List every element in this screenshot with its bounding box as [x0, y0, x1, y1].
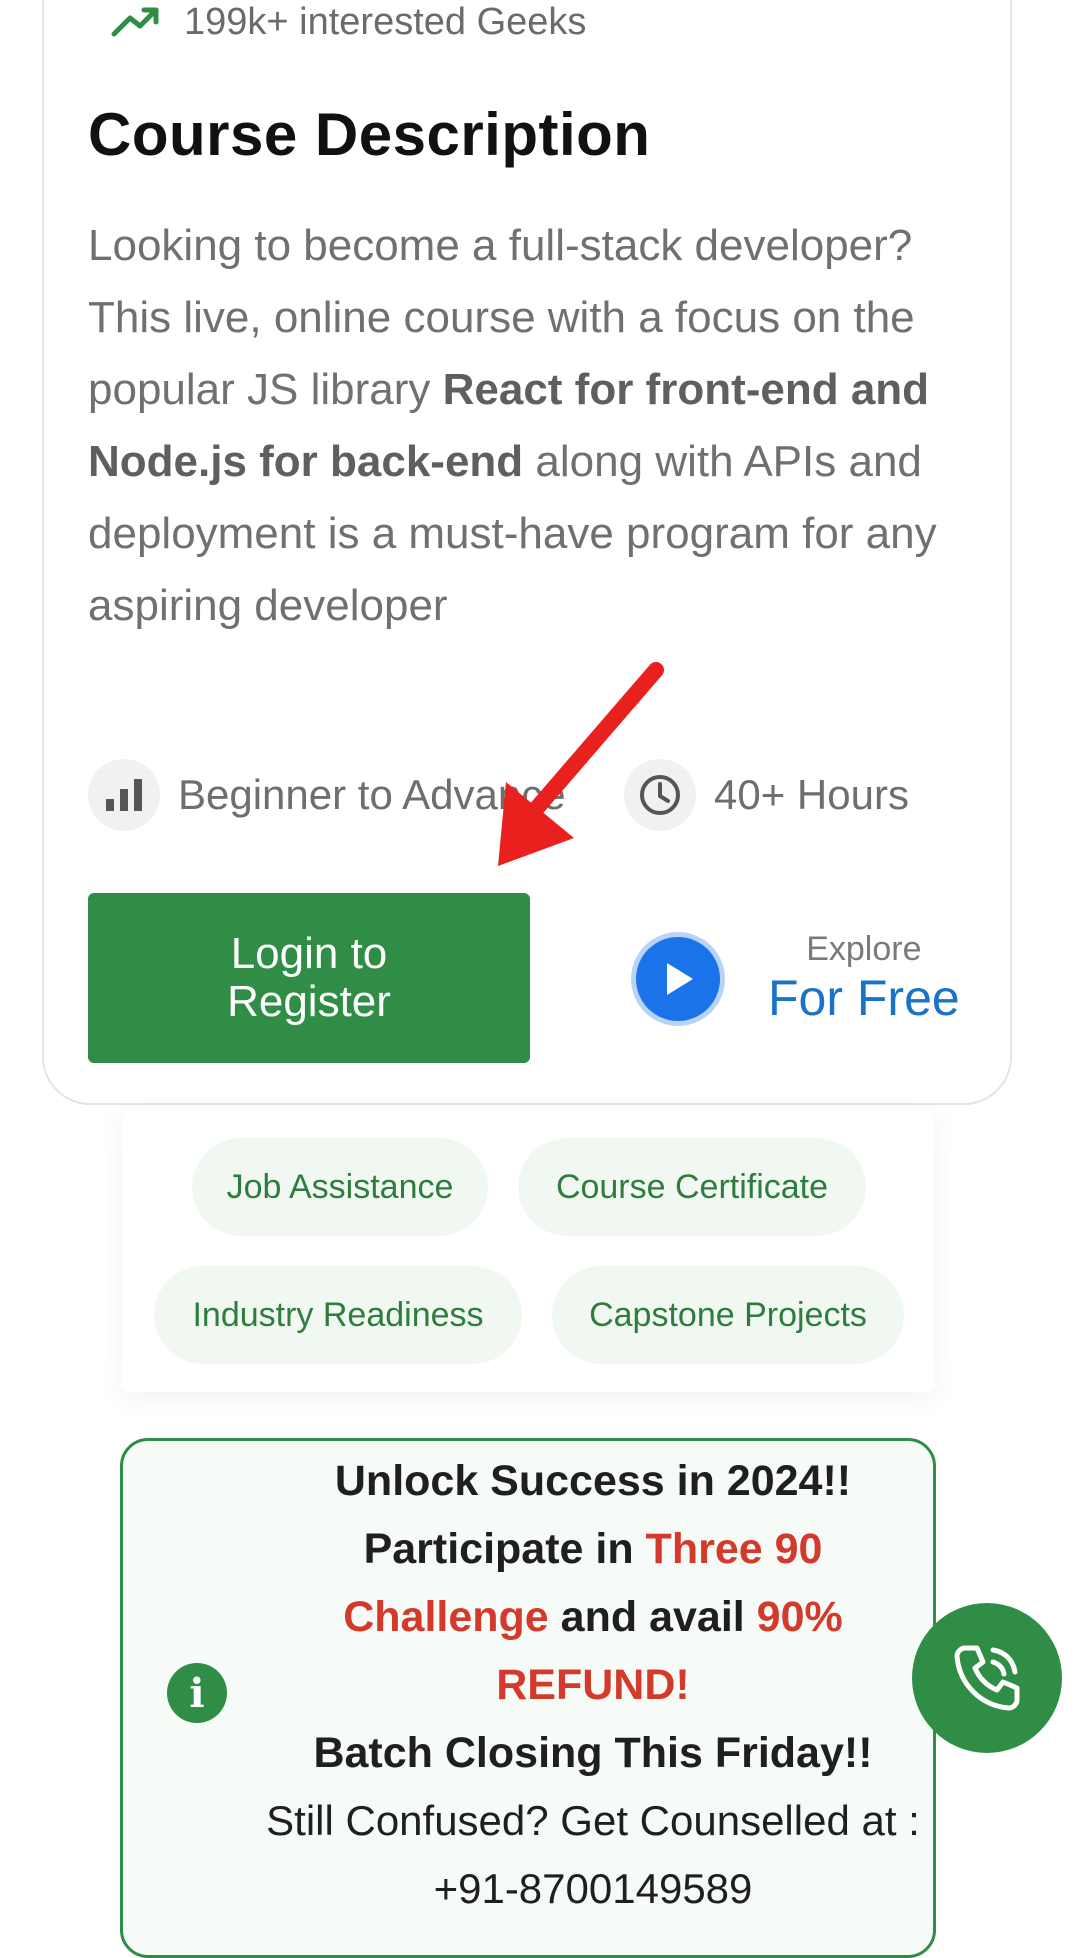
notice-avail: and avail	[548, 1593, 757, 1641]
course-title: Course Description	[88, 101, 651, 168]
notice-headline: Unlock Success in 2024!!	[334, 1457, 852, 1505]
notice-counsel: Still Confused? Get Counselled at : +91-…	[266, 1797, 920, 1912]
notice-text: Unlock Success in 2024!! Participate in …	[263, 1447, 923, 1923]
clock-icon	[624, 759, 696, 831]
tag-job-assistance[interactable]: Job Assistance	[192, 1138, 488, 1236]
tag-course-certificate[interactable]: Course Certificate	[518, 1138, 866, 1236]
explore-big-label: For Free	[768, 970, 960, 1026]
bar-chart-icon	[88, 759, 160, 831]
phone-call-icon	[954, 1645, 1020, 1711]
info-icon: i	[167, 1663, 227, 1723]
trending-up-icon	[111, 7, 159, 37]
notice-closing: Batch Closing This Friday!!	[313, 1729, 873, 1777]
level-text: Beginner to Advance	[178, 771, 566, 818]
interest-counter: 199k+ interested Geeks	[110, 0, 586, 48]
login-label-line2: Register	[227, 977, 391, 1026]
phone-call-button[interactable]	[912, 1603, 1062, 1753]
explore-text: Explore For Free	[768, 930, 960, 1027]
login-label-line1: Login to	[230, 929, 388, 978]
play-icon[interactable]	[636, 936, 720, 1021]
tag-capstone-projects[interactable]: Capstone Projects	[552, 1266, 904, 1364]
tag-industry-readiness[interactable]: Industry Readiness	[154, 1266, 522, 1364]
promo-notice: i Unlock Success in 2024!! Participate i…	[120, 1438, 936, 1958]
explore-small-label: Explore	[806, 930, 922, 968]
interest-text: 199k+ interested Geeks	[184, 0, 587, 43]
notice-participate: Participate in	[363, 1525, 646, 1573]
course-level: Beginner to Advance	[88, 758, 566, 832]
duration-text: 40+ Hours	[714, 771, 909, 818]
course-description: Looking to become a full-stack developer…	[88, 210, 948, 642]
login-to-register-button[interactable]: Login to Register	[88, 893, 530, 1063]
course-features: Job Assistance Course Certificate Indust…	[122, 1110, 934, 1392]
explore-for-free-link[interactable]: Explore For Free	[636, 930, 960, 1027]
notice-challenge: Participate in Three 90 Challenge and av…	[263, 1515, 923, 1719]
course-duration: 40+ Hours	[624, 758, 909, 832]
